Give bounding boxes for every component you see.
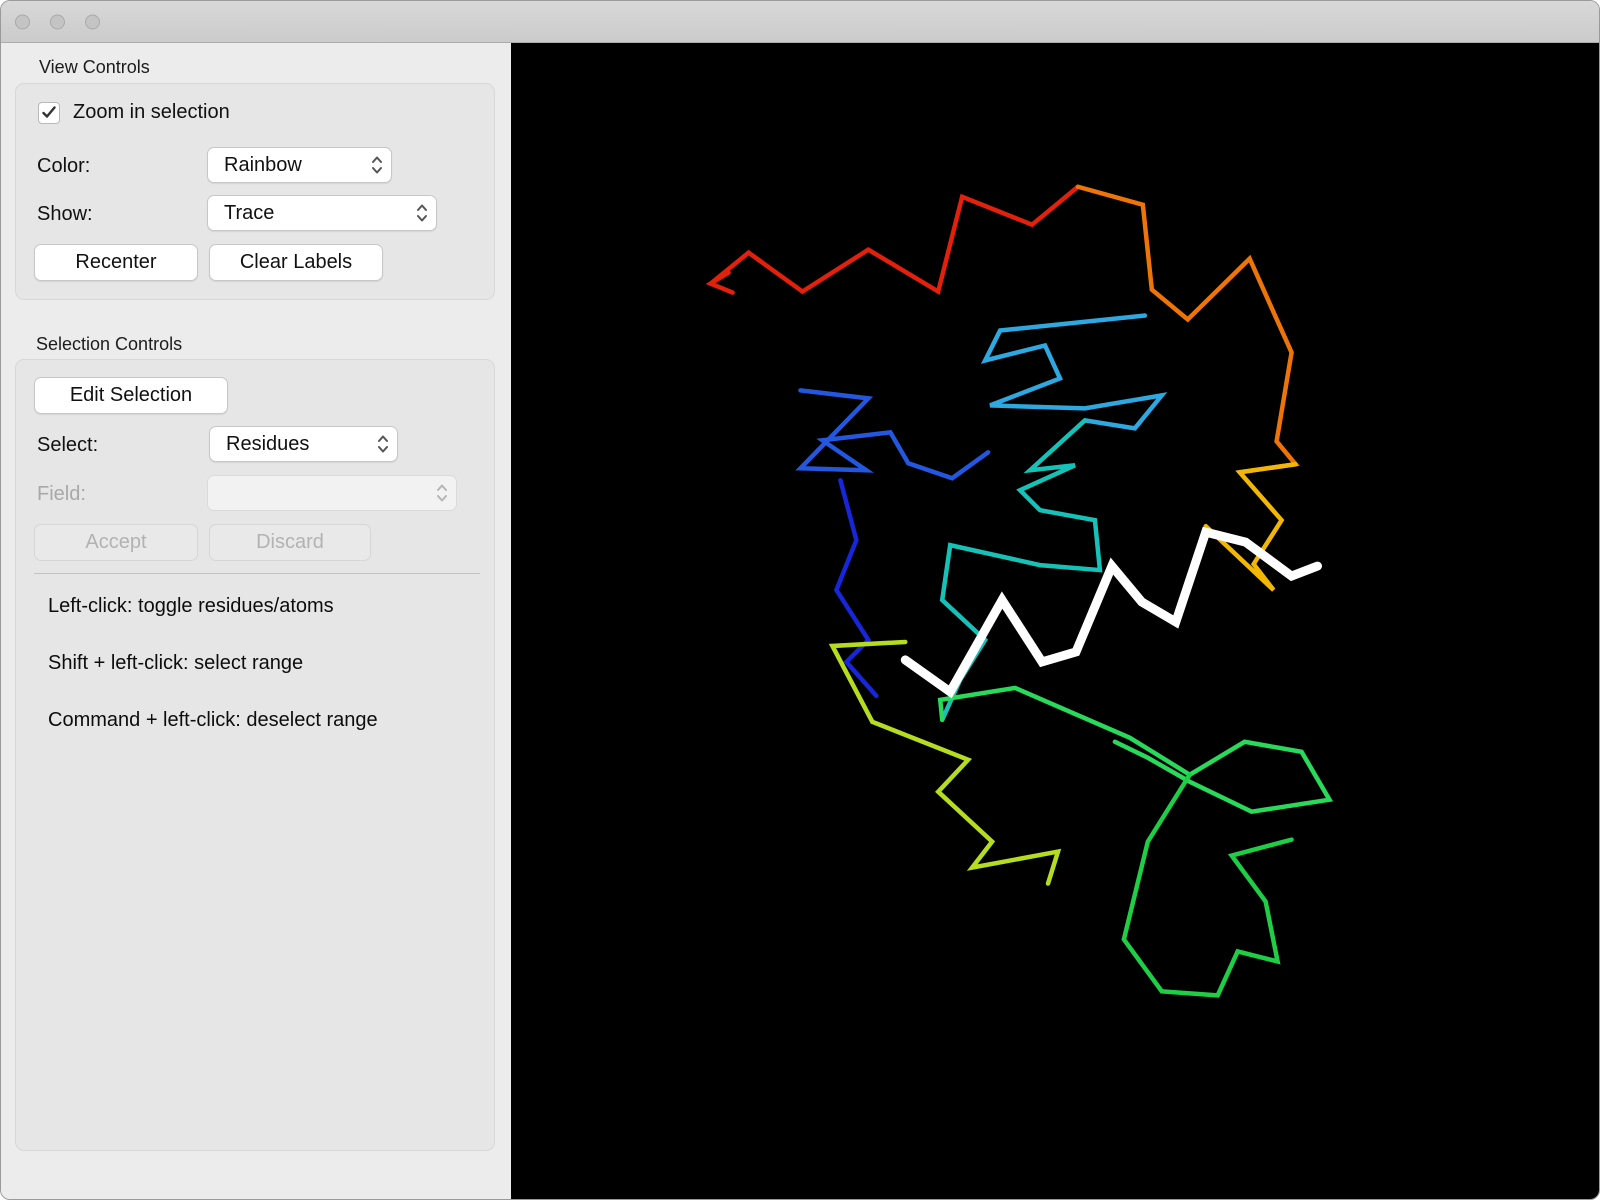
color-label: Color:	[37, 155, 91, 177]
color-dropdown[interactable]: Rainbow	[207, 147, 392, 183]
clear-labels-button[interactable]: Clear Labels	[209, 244, 383, 281]
zoom-window-button[interactable]	[85, 14, 100, 29]
show-label: Show:	[37, 203, 93, 225]
discard-button: Discard	[209, 524, 371, 561]
selection-controls-group: Edit Selection Select: Residues Field: A…	[15, 359, 495, 1151]
view-controls-group: Zoom in selection Color: Rainbow Show: T…	[15, 83, 495, 300]
trace-segment-yellow-green	[828, 639, 1062, 886]
trace-segment-spring-green	[937, 685, 1334, 814]
zoom-in-selection-checkbox[interactable]: Zoom in selection	[38, 101, 230, 124]
molecule-viewport[interactable]	[511, 43, 1599, 1199]
molecule-trace-svg[interactable]	[511, 43, 1599, 1199]
zoom-in-selection-label: Zoom in selection	[73, 101, 230, 123]
trace-segment-orange	[1075, 184, 1300, 475]
trace-segment-blue	[795, 388, 991, 481]
selection-controls-heading: Selection Controls	[36, 334, 183, 354]
recenter-button[interactable]: Recenter	[34, 244, 198, 281]
help-line-command-click: Command + left-click: deselect range	[48, 709, 378, 731]
chevron-updown-icon	[416, 203, 428, 223]
sidebar: View Controls Zoom in selection Color: R…	[1, 43, 511, 1199]
accept-button: Accept	[34, 524, 198, 561]
trace-segment-teal	[939, 418, 1103, 723]
chevron-updown-icon	[371, 155, 383, 175]
chevron-updown-icon	[377, 434, 389, 454]
select-dropdown[interactable]: Residues	[209, 426, 398, 462]
show-dropdown-value: Trace	[224, 201, 275, 224]
field-dropdown	[207, 475, 457, 511]
view-controls-heading: View Controls	[39, 57, 150, 77]
window-content: View Controls Zoom in selection Color: R…	[1, 43, 1599, 1199]
help-line-shift-click: Shift + left-click: select range	[48, 652, 304, 674]
edit-selection-button[interactable]: Edit Selection	[34, 377, 228, 414]
traffic-lights	[15, 14, 100, 29]
select-dropdown-value: Residues	[226, 432, 310, 455]
field-label: Field:	[37, 483, 86, 505]
trace-segment-sky-blue	[980, 313, 1168, 431]
trace-segment-n-terminus-red	[708, 184, 1081, 296]
check-icon	[42, 106, 56, 118]
chevron-updown-icon	[436, 483, 448, 503]
trace-segment-selected-white	[900, 526, 1323, 699]
title-bar[interactable]	[1, 1, 1599, 43]
close-button[interactable]	[15, 14, 30, 29]
select-label: Select:	[37, 434, 99, 456]
color-dropdown-value: Rainbow	[224, 153, 302, 176]
show-dropdown[interactable]: Trace	[207, 195, 437, 231]
divider	[34, 573, 480, 574]
help-line-left-click: Left-click: toggle residues/atoms	[48, 595, 334, 617]
minimize-button[interactable]	[50, 14, 65, 29]
app-window: View Controls Zoom in selection Color: R…	[0, 0, 1600, 1200]
zoom-in-selection-checkbox-box[interactable]	[38, 101, 60, 124]
